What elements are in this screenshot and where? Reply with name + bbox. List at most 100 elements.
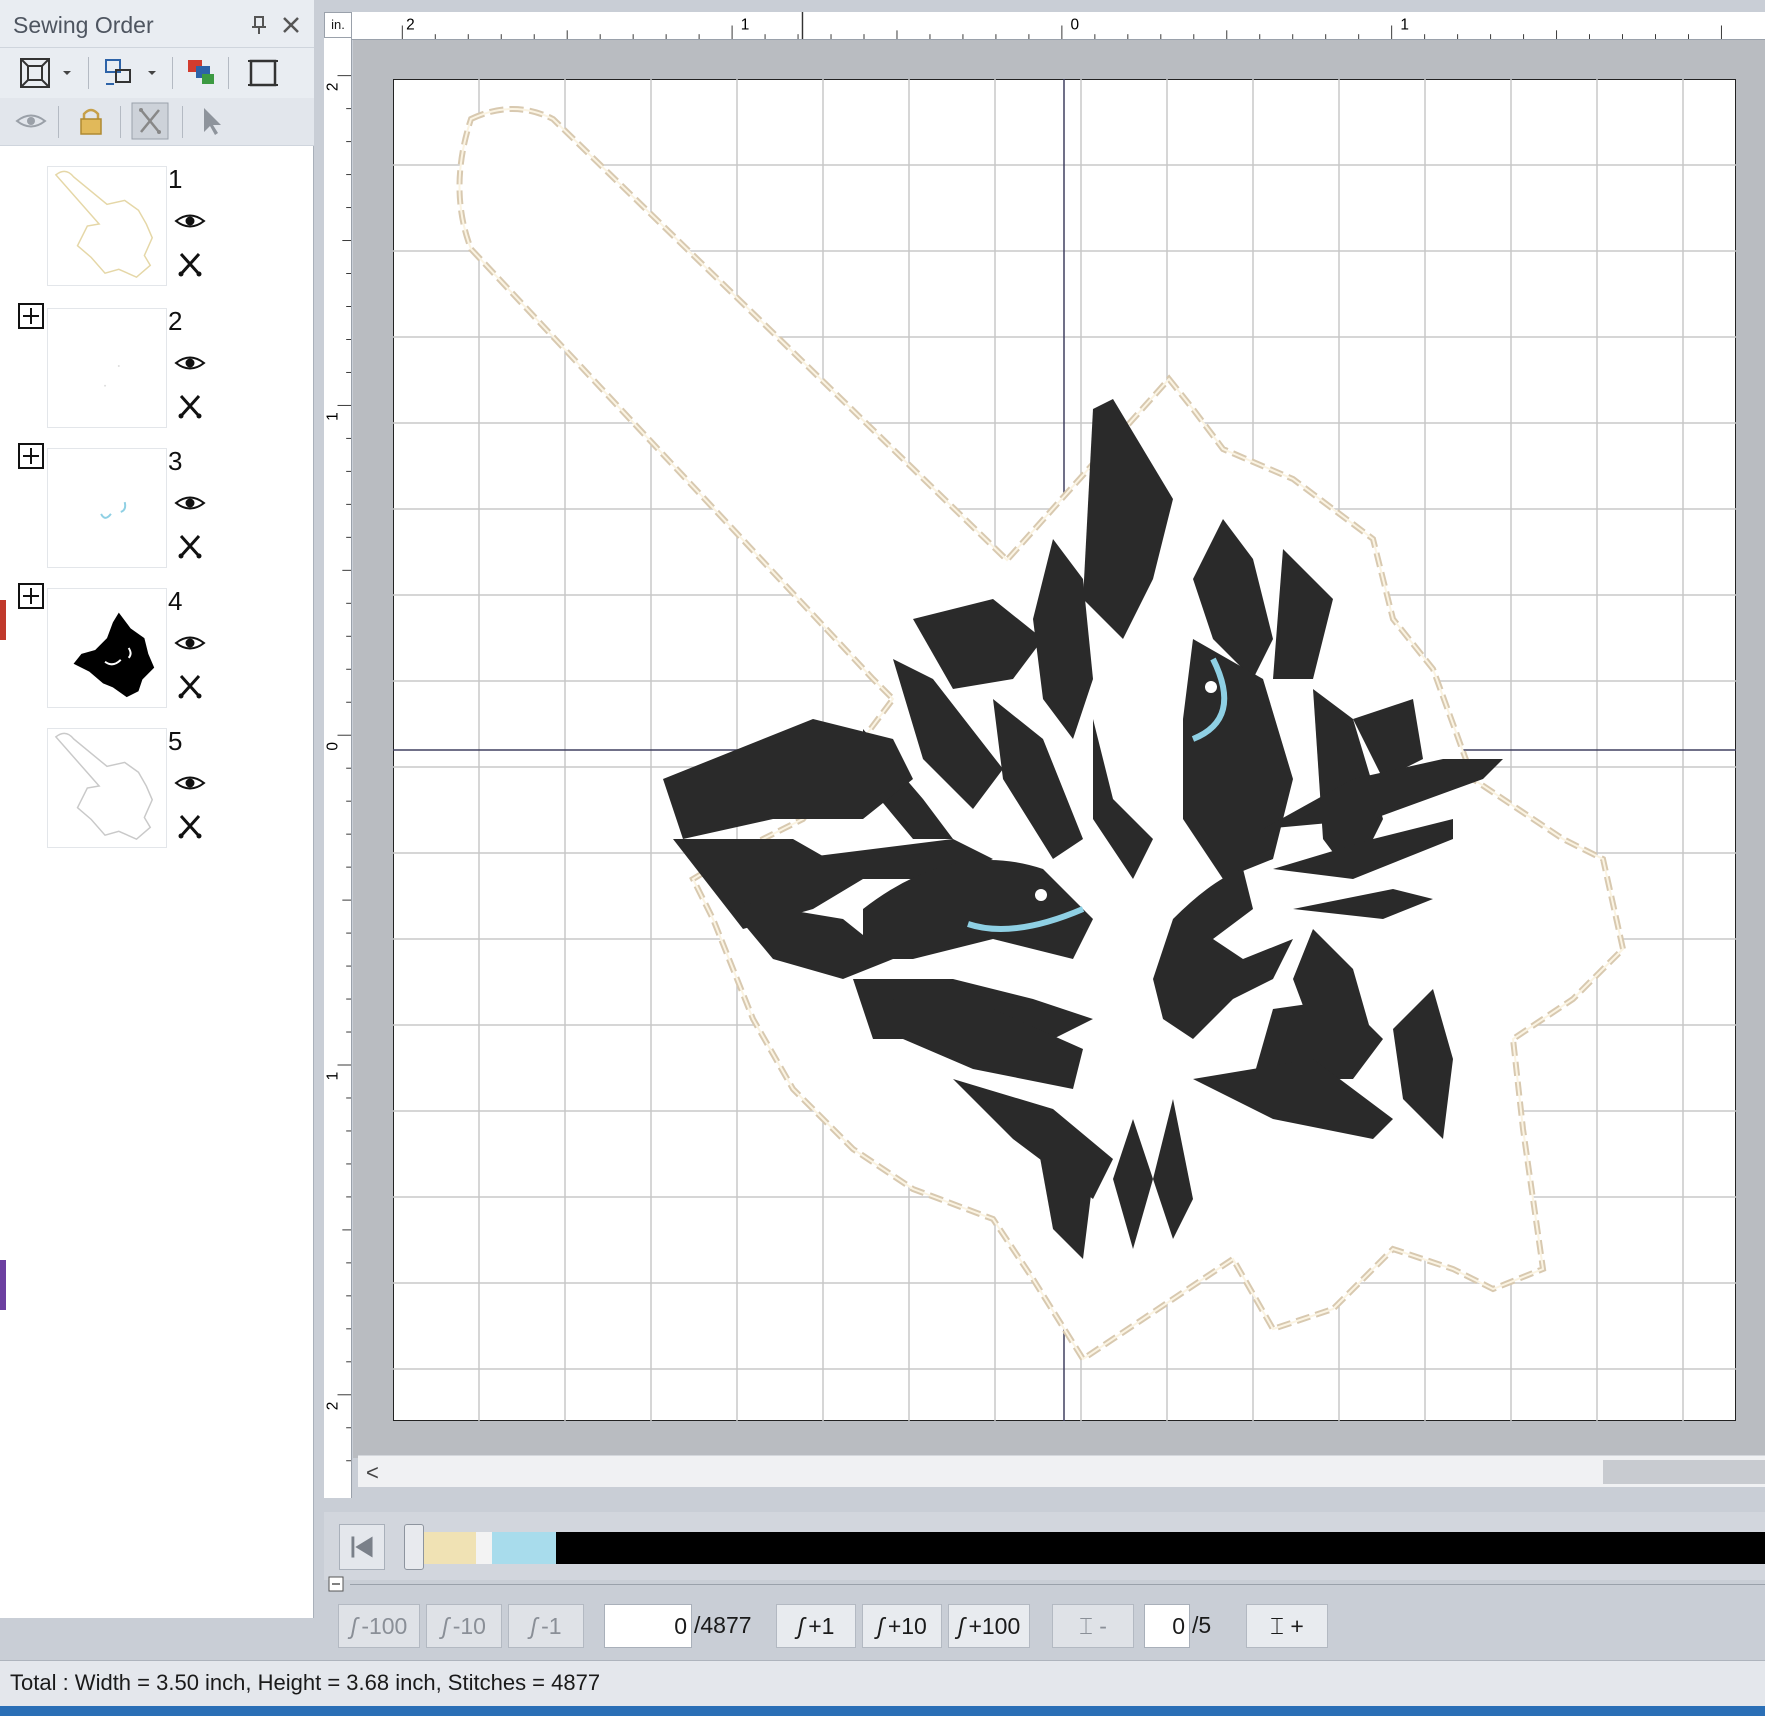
ruler-vertical: 2 1 0 1 2: [324, 38, 352, 1498]
hoop-icon: ⌶: [1270, 1613, 1284, 1639]
close-icon[interactable]: [280, 14, 302, 36]
sewing-item-5[interactable]: 5: [0, 722, 314, 862]
forward-100-button[interactable]: ʃ +100: [948, 1604, 1030, 1648]
group-objects-icon[interactable]: [100, 54, 138, 92]
item-number: 1: [168, 164, 183, 194]
toolbar-divider: [58, 106, 59, 138]
hoop-icon[interactable]: [244, 54, 282, 92]
ruler-label: 1: [1400, 16, 1409, 33]
background-window-edge: [0, 600, 6, 640]
expand-icon[interactable]: [17, 442, 45, 470]
ruler-unit: in.: [324, 12, 352, 38]
sewing-item-1[interactable]: 1: [0, 160, 314, 300]
item-thumbnail: [47, 166, 167, 286]
needle-icon: ʃ: [530, 1613, 538, 1639]
status-bar: Total : Width = 3.50 inch, Height = 3.68…: [0, 1660, 1765, 1706]
zoom-fit-icon[interactable]: [16, 54, 54, 92]
stitch-icon[interactable]: [176, 250, 204, 278]
ruler-label: 2: [325, 82, 342, 91]
button-label: +100: [968, 1613, 1021, 1639]
ruler-label: 2: [406, 16, 415, 33]
button-label: +: [1290, 1613, 1304, 1639]
previous-color-button[interactable]: ⌶ -: [1052, 1604, 1134, 1648]
needle-icon: ʃ: [442, 1613, 449, 1639]
button-label: -100: [361, 1613, 408, 1639]
stitch-slider-handle[interactable]: [404, 1524, 424, 1570]
ruler-label: 0: [324, 742, 341, 751]
button-label: -10: [452, 1613, 486, 1639]
forward-1-button[interactable]: ʃ +1: [776, 1604, 856, 1648]
stitch-icon[interactable]: [176, 812, 204, 840]
item-thumbnail: [47, 728, 167, 848]
stitch-icon[interactable]: [176, 392, 204, 420]
ruler-horizontal: 2 1 0 1: [352, 12, 1765, 40]
button-label: +1: [808, 1613, 835, 1639]
scroll-left-icon[interactable]: <: [366, 1460, 379, 1486]
sewing-order-panel: Sewing Order 1 2 3 4 5: [0, 0, 314, 1618]
stitch-simulator-bar: [324, 1512, 1765, 1580]
eye-icon[interactable]: [174, 772, 206, 794]
color-counter-input[interactable]: 0: [1144, 1604, 1190, 1648]
needle-icon: ʃ: [957, 1613, 965, 1639]
stitch-controls: ʃ -100 ʃ -10 ʃ -1 0 /4877 ʃ +1 ʃ +10 ʃ +100 ⌶ …: [324, 1604, 1765, 1656]
button-label: -1: [541, 1613, 562, 1639]
item-number: 3: [168, 446, 183, 476]
pin-icon[interactable]: [248, 14, 270, 36]
toolbar-divider: [172, 57, 173, 89]
expand-icon[interactable]: [17, 302, 45, 330]
eye-icon[interactable]: [174, 352, 206, 374]
panel-toolbar-bottom: [0, 98, 314, 146]
stitch-progress-track[interactable]: [408, 1532, 1765, 1564]
expand-icon[interactable]: [17, 582, 45, 610]
collapse-icon[interactable]: [328, 1576, 344, 1592]
eye-icon[interactable]: [174, 632, 206, 654]
chevron-down-icon[interactable]: [60, 54, 74, 92]
item-number: 4: [168, 586, 183, 616]
horizontal-scrollbar[interactable]: <: [358, 1455, 1765, 1487]
item-thumbnail: [47, 308, 167, 428]
back-100-button[interactable]: ʃ -100: [338, 1604, 420, 1648]
eye-icon[interactable]: [174, 492, 206, 514]
sewing-item-3[interactable]: 3: [0, 442, 314, 582]
color-sort-icon[interactable]: [182, 54, 220, 92]
sewing-item-4[interactable]: 4: [0, 582, 314, 722]
toolbar-divider: [182, 106, 183, 138]
panel-title-bar: Sewing Order: [0, 0, 314, 48]
select-pointer-icon[interactable]: [192, 102, 230, 140]
toolbar-divider: [88, 57, 89, 89]
thread-color-3: [492, 1532, 556, 1564]
item-number: 2: [168, 306, 183, 336]
sewing-item-2[interactable]: 2: [0, 302, 314, 442]
stitch-counter-input[interactable]: 0: [604, 1604, 692, 1648]
needle-icon: ʃ: [797, 1613, 805, 1639]
rewind-icon[interactable]: [339, 1524, 385, 1570]
item-thumbnail-cat: [47, 588, 167, 708]
next-color-button[interactable]: ⌶ +: [1246, 1604, 1328, 1648]
ruler-label: 0: [1071, 16, 1080, 33]
color-total-label: /5: [1192, 1612, 1212, 1638]
embroidery-hoop-grid[interactable]: [393, 79, 1736, 1421]
item-thumbnail: [47, 448, 167, 568]
eye-icon[interactable]: [12, 102, 50, 140]
stitch-icon[interactable]: [176, 672, 204, 700]
thread-color-2: [476, 1532, 492, 1564]
button-label: +10: [887, 1613, 927, 1639]
stitch-toggle-icon[interactable]: [131, 102, 169, 140]
divider: [350, 1584, 1765, 1585]
chevron-down-icon[interactable]: [145, 54, 159, 92]
needle-icon: ʃ: [350, 1613, 358, 1639]
lock-icon[interactable]: [72, 102, 110, 140]
panel-toolbar-top: [0, 48, 314, 98]
desktop-edge: [0, 1706, 1765, 1716]
hoop-icon: ⌶: [1079, 1613, 1093, 1639]
ruler-label: 1: [325, 1072, 342, 1081]
eye-icon[interactable]: [174, 210, 206, 232]
button-label: -: [1099, 1613, 1107, 1639]
forward-10-button[interactable]: ʃ +10: [862, 1604, 942, 1648]
stitch-icon[interactable]: [176, 532, 204, 560]
item-number: 5: [168, 726, 183, 756]
back-1-button[interactable]: ʃ -1: [508, 1604, 584, 1648]
scrollbar-thumb[interactable]: [1603, 1460, 1765, 1484]
toolbar-divider: [120, 106, 121, 138]
back-10-button[interactable]: ʃ -10: [426, 1604, 502, 1648]
